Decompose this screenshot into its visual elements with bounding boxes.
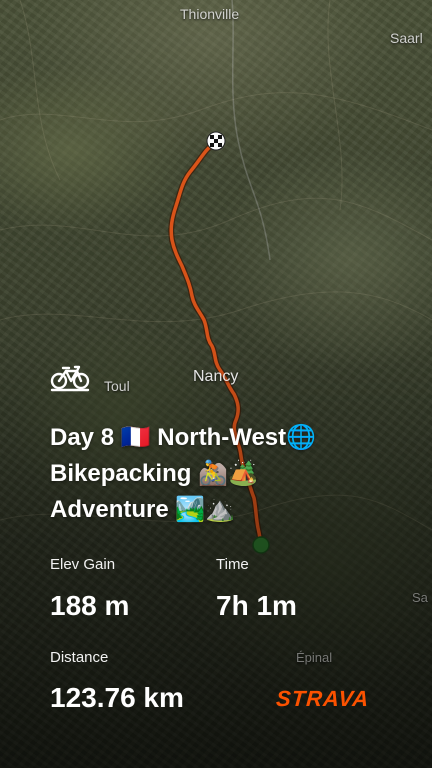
- place-label-nancy: Nancy: [193, 368, 239, 385]
- activity-title-line-3: Adventure 🏞️⛰️: [50, 496, 236, 523]
- place-label-epinal: Épinal: [296, 650, 333, 665]
- elev-gain-value: 188 m: [50, 590, 130, 621]
- activity-title-line-1: Day 8 🇫🇷 North-West🌐: [50, 424, 317, 451]
- bike-icon: [50, 365, 90, 392]
- time-label: Time: [216, 556, 249, 573]
- time-value: 7h 1m: [216, 590, 297, 621]
- place-label-sa: Sa: [412, 590, 428, 605]
- place-label-toul: Toul: [104, 378, 130, 394]
- place-label-saarl: Saarl: [390, 30, 423, 46]
- place-label-thionville: Thionville: [180, 6, 240, 22]
- activity-title: Day 8 🇫🇷 North-West🌐 Bikepacking 🚵🏕️ Adv…: [50, 420, 410, 528]
- distance-value: 123.76 km: [50, 682, 184, 713]
- elev-gain-label: Elev Gain: [50, 556, 116, 573]
- activity-title-line-2: Bikepacking 🚵🏕️: [50, 460, 258, 487]
- distance-label: Distance: [50, 649, 109, 666]
- strava-logo: STRAVA: [275, 686, 371, 711]
